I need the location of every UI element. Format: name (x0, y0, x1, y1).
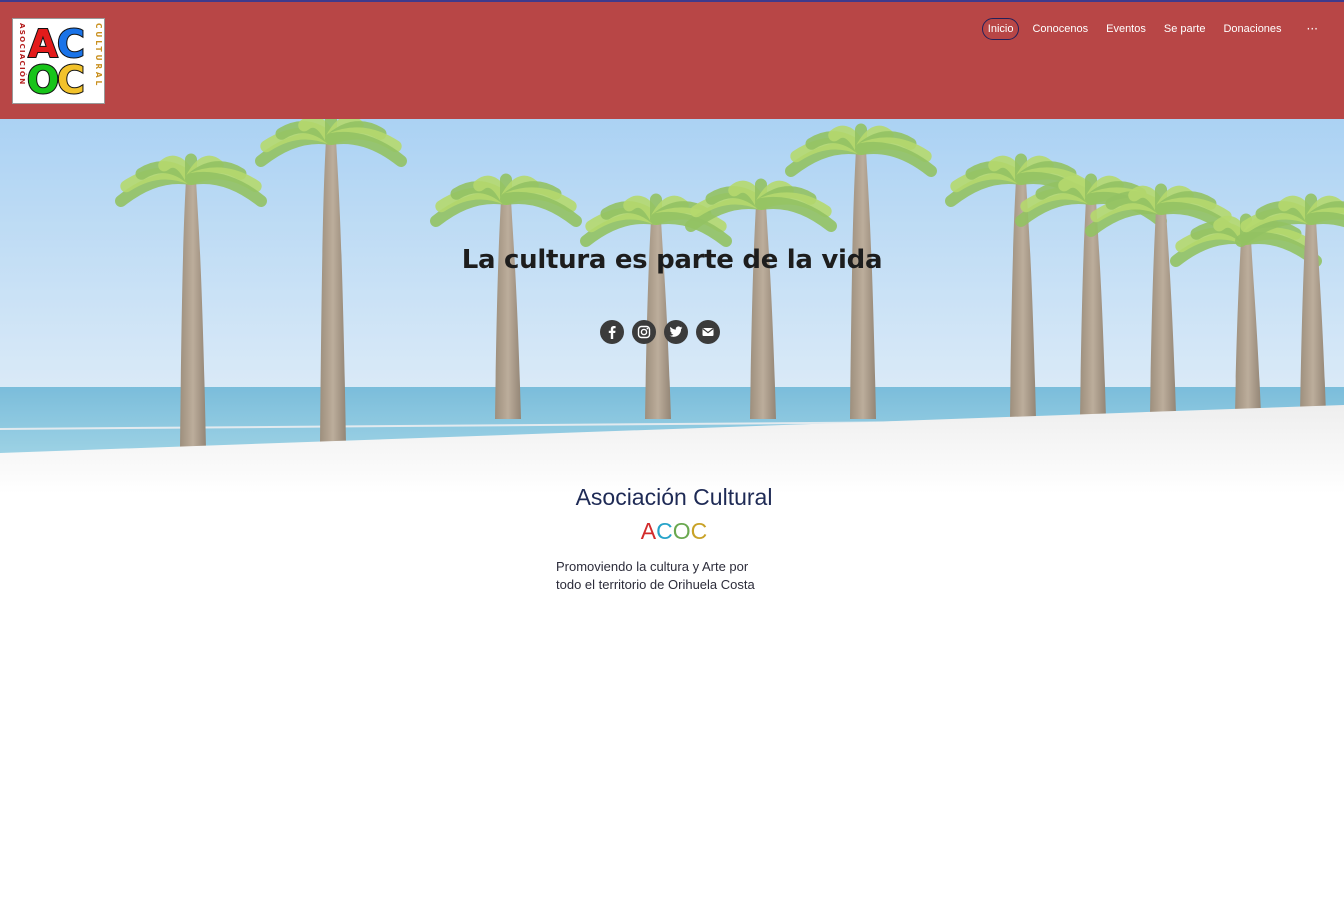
logo-letters: A COC (26, 21, 86, 103)
hero-title: La cultura es parte de la vida (461, 245, 883, 275)
instagram-icon[interactable] (632, 320, 656, 344)
acoc-logo[interactable]: ASOCIACIÓN CULTURAL ACOC (12, 18, 105, 104)
nav-inicio[interactable]: Inicio (981, 18, 1020, 40)
hero-background-image (0, 119, 1344, 494)
nav-se-parte[interactable]: Se parte (1159, 18, 1211, 40)
nav-donaciones[interactable]: Donaciones (1218, 18, 1286, 40)
logo-left-word: ASOCIACIÓN (18, 23, 27, 85)
intro-title: Asociación Cultural (575, 484, 773, 510)
acronym-letter-o: O (672, 518, 691, 544)
email-icon[interactable] (696, 320, 720, 344)
intro-description: Promoviendo la cultura y Arte por todo e… (556, 558, 796, 594)
logo-letter-3: O (27, 58, 59, 102)
facebook-icon[interactable] (600, 320, 624, 344)
hero-banner: La cultura es parte de la vida (0, 119, 1344, 494)
site-header: ASOCIACIÓN CULTURAL ACOC Inicio Conoceno… (0, 0, 1344, 119)
main-nav: Inicio Conocenos Eventos Se parte Donaci… (981, 18, 1324, 40)
intro-description-line-1: Promoviendo la cultura y Arte por (556, 559, 749, 574)
acronym-letter-c1: C (656, 518, 673, 544)
intro-acronym: ACOC (0, 518, 1344, 545)
intro-description-line-2: todo el territorio de Orihuela Costa (556, 577, 755, 592)
logo-right-word: CULTURAL (94, 23, 103, 88)
logo-letter-4: C (57, 58, 85, 102)
acronym-letter-c2: C (690, 518, 708, 544)
nav-eventos[interactable]: Eventos (1101, 18, 1151, 40)
acronym-letter-a: A (640, 518, 657, 544)
social-links (600, 320, 720, 344)
nav-more-button[interactable]: ··· (1295, 22, 1324, 36)
nav-conocenos[interactable]: Conocenos (1027, 18, 1093, 40)
twitter-icon[interactable] (664, 320, 688, 344)
